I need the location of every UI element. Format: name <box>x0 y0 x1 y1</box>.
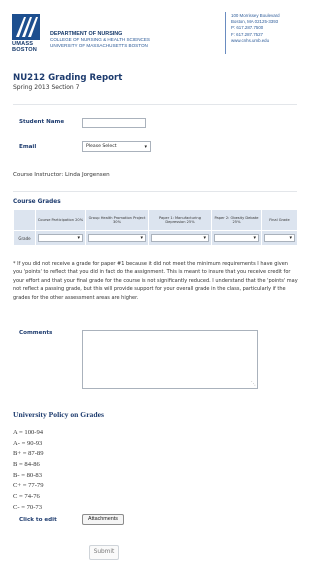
chevron-down-icon: ▾ <box>203 235 206 241</box>
grade-policy-item: A- = 90-93 <box>13 439 43 447</box>
divider <box>13 104 297 105</box>
contact-block: 100 Morrissey Boulevard Boston, MA 02125… <box>231 13 280 44</box>
table-header-row: Course Participation 20% Group Health Pr… <box>13 209 298 231</box>
column-header: Paper 2: Obesity Debate 25% <box>211 209 262 231</box>
grade-policy-item: A = 100-94 <box>13 429 44 436</box>
submit-button[interactable]: Submit <box>89 545 119 560</box>
university-name: UNIVERSITY OF MASSACHUSETTS BOSTON <box>50 43 148 48</box>
final-grade-select[interactable]: ▾ <box>264 234 295 242</box>
grade-policy-item: C = 74-76 <box>13 493 40 501</box>
chevron-down-icon: ▾ <box>140 235 143 241</box>
department-block: DEPARTMENT OF NURSING COLLEGE OF NURSING… <box>50 31 150 49</box>
column-header: Course Participation 20% <box>35 209 86 231</box>
chevron-down-icon: ▾ <box>253 235 256 241</box>
column-header: Group Health Promotion Project 30% <box>85 209 149 231</box>
contact-website[interactable]: www.cnhs.umb.edu <box>231 38 280 44</box>
click-to-edit-label: Click to edit <box>19 517 57 523</box>
student-name-input[interactable] <box>82 118 146 128</box>
course-grades-title: Course Grades <box>13 199 61 205</box>
table-row: Grade ▾ ▾ ▾ ▾ ▾ <box>13 230 298 246</box>
page-subtitle: Spring 2013 Section 7 <box>13 84 80 91</box>
comments-textarea[interactable]: ⋱ <box>82 330 258 389</box>
course-grades-table: Course Participation 20% Group Health Pr… <box>13 209 298 246</box>
grade-policy-item: C- = 70-73 <box>13 503 42 511</box>
email-select-value: Please Select <box>86 144 117 149</box>
grade-policy-list: A = 100-94 A- = 90-93 B+ = 87-89 B = 84-… <box>13 428 44 514</box>
attachments-button[interactable]: Attachments <box>82 514 124 525</box>
page-header: UMASS BOSTON DEPARTMENT OF NURSING COLLE… <box>0 0 310 62</box>
column-header: Final Grade <box>261 209 298 231</box>
paper2-grade-select[interactable]: ▾ <box>214 234 259 242</box>
participation-grade-select[interactable]: ▾ <box>38 234 83 242</box>
email-select[interactable]: Please Select ▾ <box>82 141 151 152</box>
chevron-down-icon: ▾ <box>144 144 147 150</box>
comments-label: Comments <box>19 330 53 336</box>
column-header: Paper 1: Manufacturing Depression 25% <box>148 209 212 231</box>
umass-wordmark: UMASS BOSTON <box>12 41 38 53</box>
student-name-label: Student Name <box>19 119 65 125</box>
grading-note: * If you did not receive a grade for pap… <box>13 261 298 301</box>
umass-logo-icon <box>12 14 40 40</box>
header-divider <box>225 12 226 54</box>
email-label: Email <box>19 144 37 150</box>
page-title: NU212 Grading Report <box>13 73 123 83</box>
grade-policy-item: B = 84-86 <box>13 461 40 469</box>
grade-policy-item: C+ = 77-79 <box>13 482 44 490</box>
divider <box>13 191 297 192</box>
row-label: Grade <box>13 230 36 246</box>
chevron-down-icon: ▾ <box>289 235 292 241</box>
course-instructor: Course Instructor: Linda Jorgensen <box>13 172 110 178</box>
grade-policy-item: B- = 80-83 <box>13 471 42 479</box>
resize-handle-icon[interactable]: ⋱ <box>251 381 256 387</box>
grade-policy-title: University Policy on Grades <box>13 410 104 419</box>
table-corner <box>13 209 36 231</box>
chevron-down-icon: ▾ <box>77 235 80 241</box>
group-project-grade-select[interactable]: ▾ <box>88 234 146 242</box>
paper1-grade-select[interactable]: ▾ <box>151 234 209 242</box>
grade-policy-item: B+ = 87-89 <box>13 450 44 458</box>
